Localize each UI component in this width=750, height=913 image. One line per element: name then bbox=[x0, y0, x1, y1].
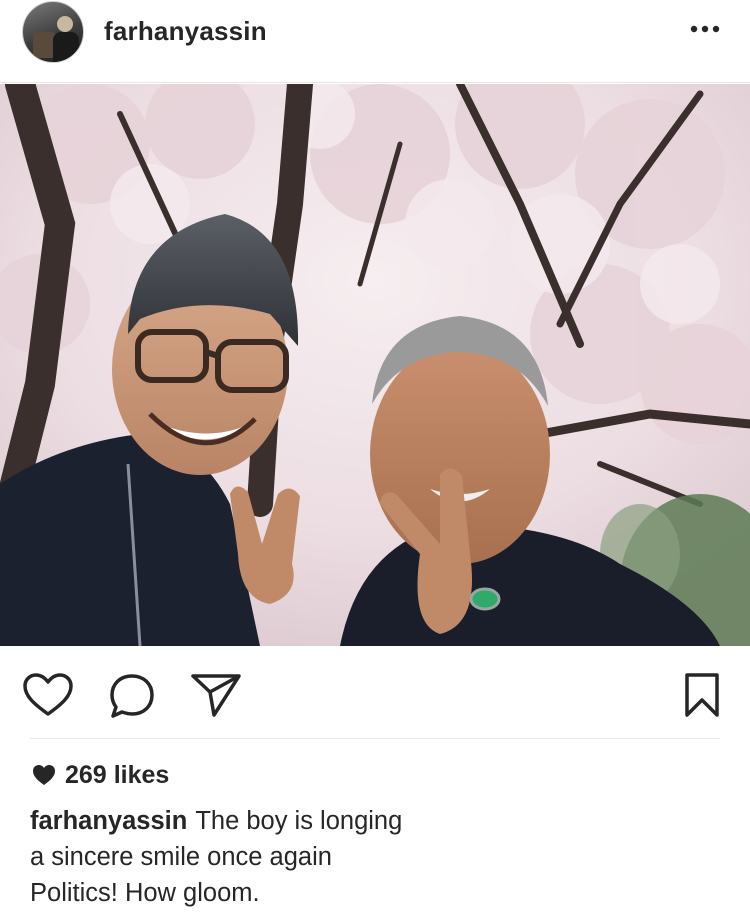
more-options-icon[interactable] bbox=[690, 24, 720, 34]
like-heart-icon[interactable] bbox=[22, 672, 74, 718]
bookmark-icon[interactable] bbox=[682, 672, 722, 718]
caption-username[interactable]: farhanyassin bbox=[30, 807, 187, 835]
divider bbox=[30, 738, 720, 739]
caption-line-2: a sincere smile once again bbox=[30, 843, 332, 871]
likes-row[interactable]: 269 likes bbox=[30, 758, 169, 792]
likes-label: likes bbox=[113, 760, 170, 789]
share-plane-icon[interactable] bbox=[190, 672, 242, 718]
caption-line-3: Politics! How gloom. bbox=[30, 879, 260, 907]
post-photo[interactable] bbox=[0, 84, 750, 646]
caption-text-1: The boy is longing bbox=[195, 807, 403, 835]
heart-filled-icon bbox=[33, 765, 55, 785]
post-caption: farhanyassin The boy is longing a sincere… bbox=[30, 803, 490, 911]
likes-count: 269 bbox=[65, 760, 107, 789]
avatar[interactable] bbox=[22, 1, 84, 63]
photo-illustration bbox=[0, 84, 750, 646]
caption-line-1: farhanyassin The boy is longing bbox=[30, 803, 490, 839]
comment-bubble-icon[interactable] bbox=[108, 672, 156, 720]
post-actions bbox=[0, 646, 750, 738]
post-header: farhanyassin bbox=[0, 0, 750, 83]
instagram-post: farhanyassin 269 likes farhanyassin The … bbox=[0, 0, 750, 913]
post-username[interactable]: farhanyassin bbox=[104, 16, 267, 47]
